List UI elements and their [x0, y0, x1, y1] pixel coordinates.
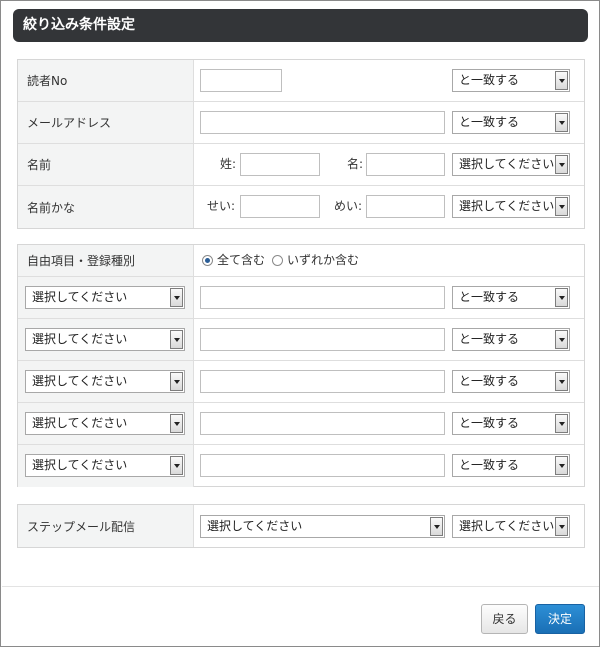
back-button[interactable]: 戻る	[481, 604, 528, 634]
custom-field-match-select[interactable]: と一致する	[452, 412, 570, 435]
chevron-down-icon	[170, 456, 183, 475]
name-kana-match-select[interactable]: 選択してください	[452, 195, 570, 218]
custom-fields-table: 自由項目・登録種別 全て含む いずれか含む 選択してください と一致する 選択し…	[17, 244, 585, 487]
custom-field-input[interactable]	[200, 328, 445, 351]
custom-field-select[interactable]: 選択してください	[25, 370, 185, 393]
custom-field-row: 選択してください と一致する	[18, 361, 584, 403]
sei-label: 姓:	[220, 157, 237, 171]
radio-all-button[interactable]	[202, 255, 213, 266]
step-mail-match-select[interactable]: 選択してください	[452, 515, 570, 538]
name-label: 名前	[18, 144, 194, 185]
basic-conditions-table: 読者No と一致する メールアドレス と一致する 名前 姓: 名: 選択してくだ…	[17, 59, 585, 229]
mei-input[interactable]	[366, 153, 445, 176]
chevron-down-icon	[555, 517, 568, 536]
email-label: メールアドレス	[18, 102, 194, 143]
custom-field-match-select[interactable]: と一致する	[452, 286, 570, 309]
chevron-down-icon	[555, 197, 568, 216]
dialog-frame: 絞り込み条件設定 読者No と一致する メールアドレス と一致する 名前 姓: …	[0, 0, 600, 647]
email-row: メールアドレス と一致する	[18, 102, 584, 144]
radio-any-button[interactable]	[272, 255, 283, 266]
name-kana-label: 名前かな	[18, 186, 194, 228]
chevron-down-icon	[170, 414, 183, 433]
dialog-title: 絞り込み条件設定	[13, 9, 588, 42]
chevron-down-icon	[555, 414, 568, 433]
name-match-select[interactable]: 選択してください	[452, 153, 570, 176]
custom-field-match-select[interactable]: と一致する	[452, 370, 570, 393]
name-kana-row: 名前かな せい: めい: 選択してください	[18, 186, 584, 228]
custom-field-match-select[interactable]: と一致する	[452, 454, 570, 477]
chevron-down-icon	[170, 330, 183, 349]
reader-no-input[interactable]	[200, 69, 282, 92]
custom-field-input[interactable]	[200, 412, 445, 435]
custom-field-input[interactable]	[200, 286, 445, 309]
sei-kana-label: せい:	[207, 199, 236, 213]
custom-fields-header-row: 自由項目・登録種別 全て含む いずれか含む	[18, 245, 584, 277]
chevron-down-icon	[555, 330, 568, 349]
sei-input[interactable]	[240, 153, 320, 176]
chevron-down-icon	[555, 372, 568, 391]
step-mail-row: ステップメール配信 選択してください 選択してください	[18, 505, 584, 547]
custom-field-row: 選択してください と一致する	[18, 277, 584, 319]
reader-no-match-select[interactable]: と一致する	[452, 69, 570, 92]
step-mail-table: ステップメール配信 選択してください 選択してください	[17, 504, 585, 548]
custom-fields-label: 自由項目・登録種別	[18, 245, 194, 276]
reader-no-row: 読者No と一致する	[18, 60, 584, 102]
footer-divider	[2, 586, 599, 587]
chevron-down-icon	[170, 372, 183, 391]
mei-label: 名:	[347, 157, 364, 171]
custom-field-select[interactable]: 選択してください	[25, 454, 185, 477]
custom-field-select[interactable]: 選択してください	[25, 412, 185, 435]
confirm-button[interactable]: 決定	[535, 604, 585, 634]
chevron-down-icon	[555, 155, 568, 174]
chevron-down-icon	[555, 71, 568, 90]
radio-all-label: 全て含む	[217, 253, 266, 267]
chevron-down-icon	[430, 517, 443, 536]
email-match-select[interactable]: と一致する	[452, 111, 570, 134]
step-mail-label: ステップメール配信	[18, 505, 194, 547]
chevron-down-icon	[555, 288, 568, 307]
radio-any-label: いずれか含む	[287, 253, 360, 267]
custom-field-input[interactable]	[200, 454, 445, 477]
chevron-down-icon	[170, 288, 183, 307]
custom-field-row: 選択してください と一致する	[18, 403, 584, 445]
mei-kana-input[interactable]	[366, 195, 445, 218]
chevron-down-icon	[555, 113, 568, 132]
name-row: 名前 姓: 名: 選択してください	[18, 144, 584, 186]
custom-field-row: 選択してください と一致する	[18, 445, 584, 487]
custom-field-select[interactable]: 選択してください	[25, 328, 185, 351]
sei-kana-input[interactable]	[240, 195, 320, 218]
custom-field-select[interactable]: 選択してください	[25, 286, 185, 309]
reader-no-label: 読者No	[18, 60, 194, 101]
custom-field-row: 選択してください と一致する	[18, 319, 584, 361]
custom-field-input[interactable]	[200, 370, 445, 393]
mei-kana-label: めい:	[334, 199, 363, 213]
step-mail-select[interactable]: 選択してください	[200, 515, 445, 538]
custom-field-match-select[interactable]: と一致する	[452, 328, 570, 351]
email-input[interactable]	[200, 111, 445, 134]
chevron-down-icon	[555, 456, 568, 475]
